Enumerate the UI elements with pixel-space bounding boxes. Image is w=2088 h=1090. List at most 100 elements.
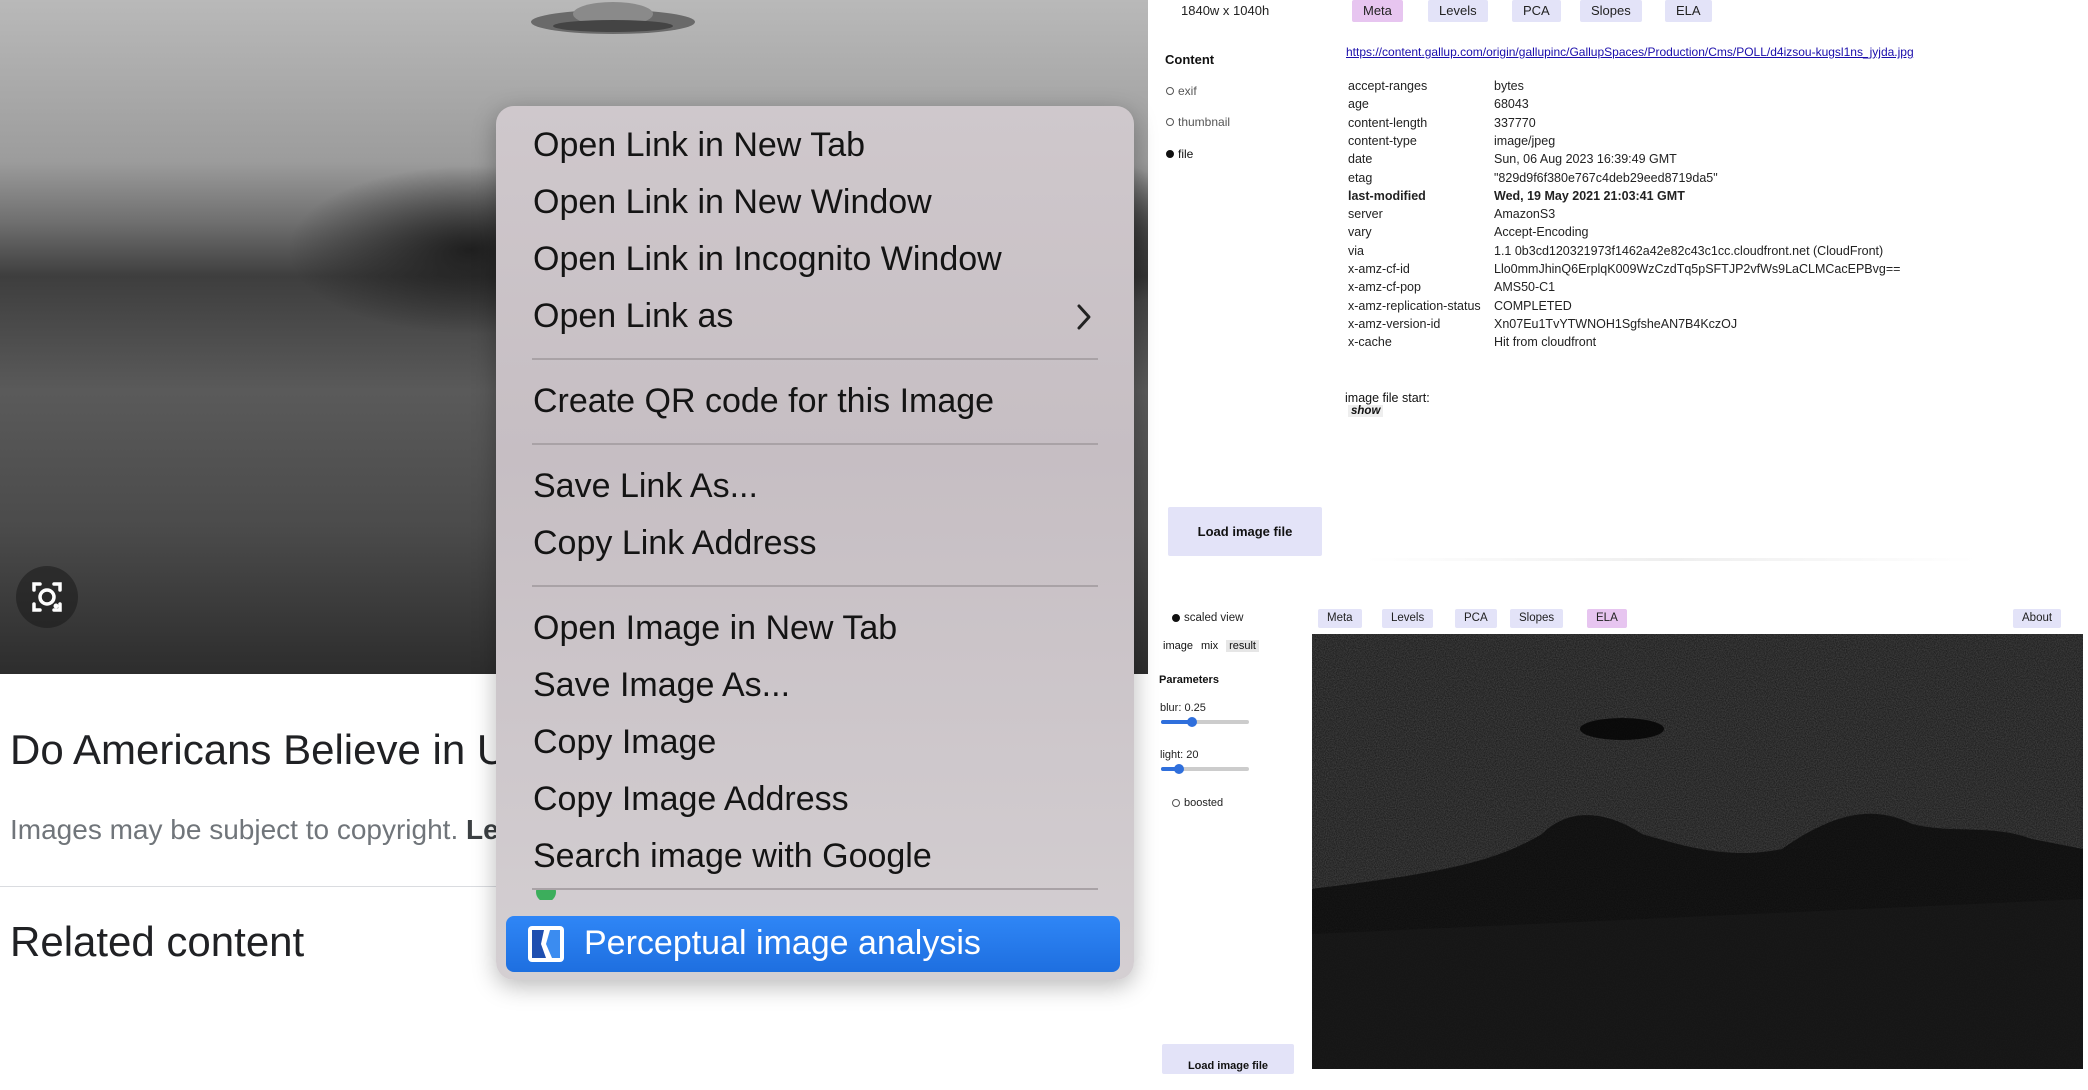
- header-key: accept-ranges: [1348, 79, 1428, 93]
- mode-image[interactable]: image: [1163, 640, 1193, 652]
- context-menu: Open Link in New Tab Open Link in New Wi…: [496, 106, 1134, 980]
- menu-create-qr-code[interactable]: Create QR code for this Image: [533, 382, 994, 421]
- header-row: accept-ranges bytes: [1348, 79, 1524, 93]
- blur-slider[interactable]: [1161, 717, 1249, 727]
- header-value: 337770: [1494, 115, 1536, 130]
- header-row: x-amz-replication-status COMPLETED: [1348, 299, 1572, 313]
- about-button[interactable]: About: [2013, 609, 2062, 628]
- blur-label: blur: 0.25: [1160, 702, 1206, 714]
- header-key: age: [1348, 97, 1369, 112]
- header-value: bytes: [1494, 79, 1524, 93]
- ufo-shape: [531, 2, 695, 34]
- header-key: x-amz-replication-status: [1348, 298, 1481, 313]
- learn-more-link[interactable]: Le: [466, 814, 499, 845]
- header-key: etag: [1348, 170, 1373, 185]
- menu-copy-link-address[interactable]: Copy Link Address: [533, 524, 817, 563]
- mode-mix[interactable]: mix: [1201, 640, 1218, 652]
- header-key: content-type: [1348, 133, 1417, 148]
- header-row: content-length 337770: [1348, 116, 1536, 130]
- image-dimensions: 1840w x 1040h: [1181, 3, 1270, 18]
- boosted-radio[interactable]: boosted: [1172, 797, 1223, 809]
- header-value: Accept-Encoding: [1494, 225, 1589, 240]
- header-value: Wed, 19 May 2021 21:03:41 GMT: [1494, 188, 1685, 203]
- menu-separator: [532, 443, 1098, 445]
- tab-pca[interactable]: PCA: [1455, 609, 1497, 628]
- menu-save-image-as[interactable]: Save Image As...: [533, 666, 790, 705]
- header-value: 1.1 0b3cd120321973f1462a42e82c43c1cc.clo…: [1494, 243, 1884, 258]
- menu-copy-image[interactable]: Copy Image: [533, 723, 716, 762]
- radio-thumbnail[interactable]: thumbnail: [1166, 115, 1230, 129]
- light-slider[interactable]: [1161, 764, 1249, 774]
- header-value: Llo0mmJhinQ6ErplqK009WzCzdTq5pSFTJP2vfWs…: [1494, 262, 1901, 276]
- radio-off-icon: [1172, 799, 1180, 807]
- image-url-link[interactable]: https://content.gallup.com/origin/gallup…: [1346, 45, 1914, 59]
- tab-ela[interactable]: ELA: [1587, 609, 1627, 628]
- header-key: via: [1348, 243, 1364, 258]
- header-row: last-modified Wed, 19 May 2021 21:03:41 G…: [1348, 189, 1685, 203]
- file-start-label: image file start:: [1345, 391, 1430, 405]
- light-slider-handle[interactable]: [1173, 764, 1184, 774]
- header-value: Xn07Eu1TvYTWNOH1SgfsheAN7B4KczOJ: [1494, 316, 1738, 331]
- section-divider: [0, 886, 500, 887]
- radio-off-icon: [1166, 87, 1174, 95]
- menu-copy-image-address[interactable]: Copy Image Address: [533, 780, 849, 819]
- tab-ela[interactable]: ELA: [1665, 0, 1712, 22]
- tab-slopes[interactable]: Slopes: [1510, 609, 1564, 628]
- menu-save-link-as[interactable]: Save Link As...: [533, 467, 758, 506]
- tab-slopes[interactable]: Slopes: [1580, 0, 1642, 22]
- header-row: x-amz-cf-id Llo0mmJhinQ6ErplqK009WzCzdTq5…: [1348, 262, 1900, 276]
- menu-highlight-label: Perceptual image analysis: [584, 924, 981, 962]
- related-content-heading: Related content: [10, 918, 305, 965]
- tab-levels[interactable]: Levels: [1382, 609, 1434, 628]
- menu-search-image-google[interactable]: Search image with Google: [533, 837, 932, 876]
- result-headline[interactable]: Do Americans Believe in U: [10, 726, 507, 774]
- load-image-file-button[interactable]: Load image file: [1168, 507, 1322, 556]
- tab-levels[interactable]: Levels: [1428, 0, 1488, 22]
- header-row: server AmazonS3: [1348, 207, 1555, 221]
- menu-open-link-incognito[interactable]: Open Link in Incognito Window: [533, 240, 1002, 279]
- google-lens-icon[interactable]: [16, 566, 78, 628]
- menu-open-link-new-tab[interactable]: Open Link in New Tab: [533, 126, 865, 165]
- header-key: date: [1348, 152, 1373, 167]
- menu-separator: [532, 358, 1098, 360]
- tab-meta[interactable]: Meta: [1352, 0, 1403, 22]
- chevron-right-icon: [1077, 304, 1091, 330]
- menu-open-image-new-tab[interactable]: Open Image in New Tab: [533, 609, 897, 648]
- header-key: vary: [1348, 225, 1372, 240]
- header-row: content-type image/jpeg: [1348, 134, 1555, 148]
- scaled-view-radio[interactable]: scaled view: [1172, 612, 1243, 624]
- menu-open-link-new-window[interactable]: Open Link in New Window: [533, 183, 932, 222]
- header-row: x-amz-version-id Xn07Eu1TvYTWNOH1SgfsheAN…: [1348, 317, 1737, 331]
- header-row: via 1.1 0b3cd120321973f1462a42e82c43c1cc.…: [1348, 244, 1883, 258]
- header-value: "829d9f6f380e767c4deb29eed8719da5": [1494, 170, 1718, 185]
- header-key: content-length: [1348, 115, 1428, 130]
- blur-slider-handle[interactable]: [1186, 717, 1197, 727]
- menu-separator: [532, 585, 1098, 587]
- header-key: x-amz-version-id: [1348, 316, 1441, 331]
- header-key: server: [1348, 207, 1383, 222]
- mode-result[interactable]: result: [1226, 640, 1259, 652]
- header-key: x-cache: [1348, 335, 1392, 350]
- header-value: Sun, 06 Aug 2023 16:39:49 GMT: [1494, 152, 1677, 167]
- copyright-text: Images may be subject to copyright.: [10, 814, 459, 845]
- radio-off-icon: [1166, 118, 1174, 126]
- extension-icon: [528, 926, 564, 962]
- header-key: x-amz-cf-pop: [1348, 280, 1421, 295]
- tab-meta[interactable]: Meta: [1318, 609, 1362, 628]
- menu-open-link-as[interactable]: Open Link as: [533, 297, 733, 336]
- ela-result-image: [1312, 634, 2083, 1069]
- panel-divider: [1365, 558, 1977, 561]
- radio-on-icon: [1172, 614, 1180, 622]
- tab-pca[interactable]: PCA: [1512, 0, 1561, 22]
- content-heading: Content: [1165, 52, 1215, 67]
- show-link[interactable]: show: [1348, 405, 1384, 417]
- load-image-file-button[interactable]: Load image file: [1162, 1044, 1294, 1074]
- copyright-notice: Images may be subject to copyright. Le: [10, 814, 499, 846]
- header-row: x-cache Hit from cloudfront: [1348, 335, 1596, 349]
- radio-on-icon: [1166, 150, 1174, 158]
- radio-file[interactable]: file: [1166, 147, 1193, 161]
- header-value: image/jpeg: [1494, 133, 1556, 148]
- menu-perceptual-image-analysis[interactable]: Perceptual image analysis: [506, 916, 1120, 972]
- radio-exif[interactable]: exif: [1166, 84, 1197, 98]
- view-mode-selector: image mix result: [1163, 640, 1259, 652]
